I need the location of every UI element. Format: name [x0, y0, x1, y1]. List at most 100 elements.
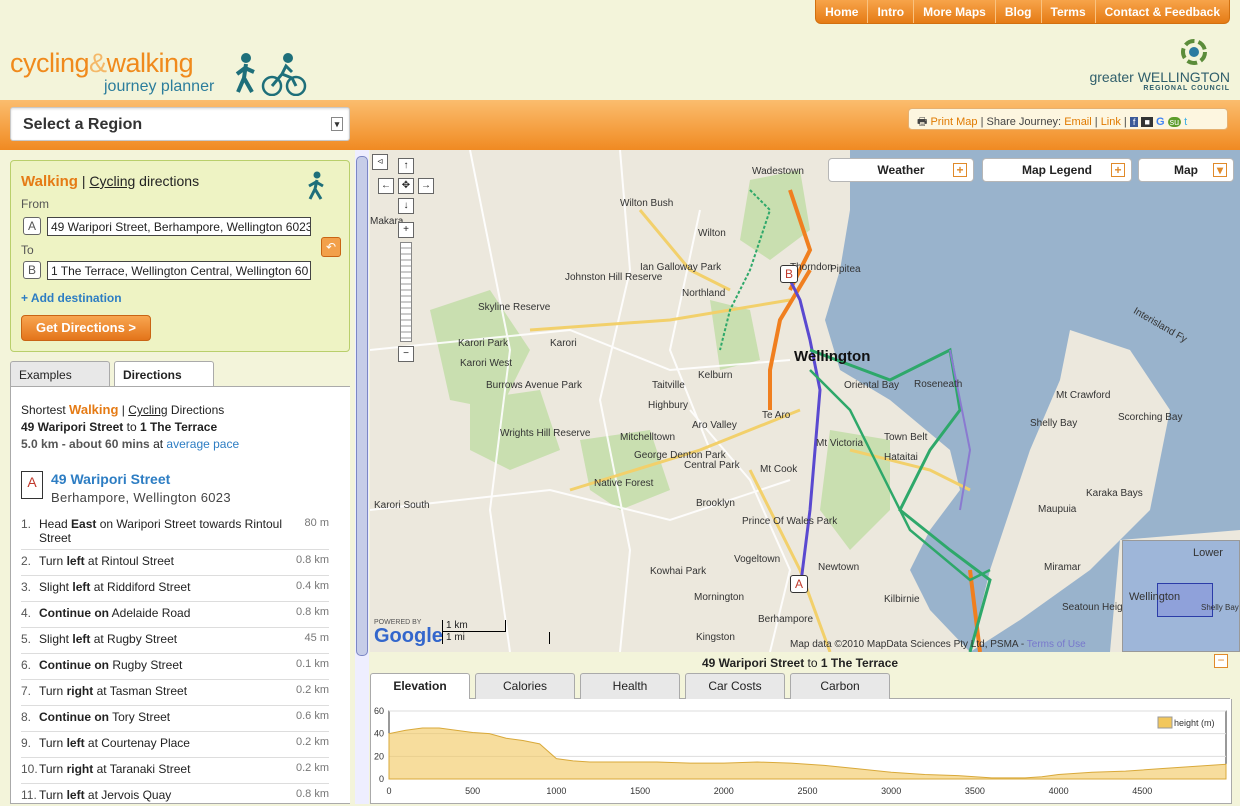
terms-of-use-link[interactable]: Terms of Use — [1027, 639, 1086, 650]
direction-step[interactable]: 7. Turn right at Tasman Street 0.2 km — [21, 680, 329, 706]
step-distance: 0.2 km — [295, 736, 329, 748]
direction-step[interactable]: 4. Continue on Adelaide Road 0.8 km — [21, 602, 329, 628]
y-tick-label: 0 — [379, 774, 384, 784]
map-place-label: Oriental Bay — [844, 380, 900, 391]
map-place-label: Karaka Bays — [1086, 488, 1143, 499]
nav-more-maps[interactable]: More Maps — [913, 0, 995, 23]
tab-directions[interactable]: Directions — [114, 361, 214, 388]
collapse-panel-icon[interactable]: ◃ — [372, 154, 388, 170]
council-logo[interactable]: greater WELLINGTON REGIONAL COUNCIL — [1089, 38, 1230, 92]
y-tick-label: 20 — [374, 751, 384, 761]
map-place-label: Mornington — [694, 592, 745, 603]
direction-step[interactable]: 9. Turn left at Courtenay Place 0.2 km — [21, 732, 329, 758]
zoom-in-icon[interactable]: + — [398, 222, 414, 238]
panel-scrollbar[interactable] — [355, 150, 369, 804]
step-number: 2. — [21, 554, 32, 568]
from-input[interactable]: 49 Waripori Street, Berhampore, Wellingt… — [47, 217, 311, 236]
add-destination-link[interactable]: + Add destination — [21, 291, 122, 305]
elevation-title: 49 Waripori Street to 1 The Terrace — [701, 656, 899, 670]
to-input[interactable]: 1 The Terrace, Wellington Central, Welli… — [47, 261, 311, 280]
nav-terms[interactable]: Terms — [1040, 0, 1095, 23]
chevron-down-icon[interactable]: ▾ — [331, 117, 343, 131]
start-marker-icon: A — [21, 471, 43, 499]
mode-walking[interactable]: Walking — [21, 173, 78, 190]
zoom-slider[interactable] — [400, 242, 412, 342]
tab-calories[interactable]: Calories — [475, 673, 575, 699]
step-number: 4. — [21, 606, 32, 620]
printer-icon[interactable]: 🖶 — [917, 116, 927, 128]
pan-up-icon[interactable]: ↑ — [398, 158, 414, 174]
tab-health[interactable]: Health — [580, 673, 680, 699]
swap-icon[interactable]: ↶ — [321, 237, 341, 257]
step-instruction: Turn left at Rintoul Street — [39, 554, 174, 568]
step-number: 11. — [21, 788, 37, 802]
tab-carbon[interactable]: Carbon — [790, 673, 890, 699]
collapse-icon[interactable]: − — [1214, 654, 1228, 668]
pan-right-icon[interactable]: → — [418, 178, 434, 194]
map-place-label: Karori Park — [458, 338, 509, 349]
direction-step[interactable]: 2. Turn left at Rintoul Street 0.8 km — [21, 550, 329, 576]
step-number: 10. — [21, 762, 38, 776]
expand-icon: + — [953, 163, 967, 177]
google-icon[interactable]: G — [1156, 116, 1165, 128]
pan-left-icon[interactable]: ← — [378, 178, 394, 194]
scrollbar-thumb[interactable] — [356, 156, 368, 656]
nav-home[interactable]: Home — [816, 0, 867, 23]
pan-center-icon[interactable]: ✥ — [398, 178, 414, 194]
map-place-label: Mt Crawford — [1056, 390, 1111, 401]
mode-cycling-link[interactable]: Cycling — [89, 173, 135, 189]
map-place-label: Prince Of Wales Park — [742, 516, 838, 527]
tab-car-costs[interactable]: Car Costs — [685, 673, 785, 699]
print-map-link[interactable]: Print Map — [930, 116, 977, 128]
tab-elevation[interactable]: Elevation — [370, 673, 470, 700]
direction-step[interactable]: 11. Turn left at Jervois Quay 0.8 km — [21, 784, 329, 803]
get-directions-button[interactable]: Get Directions > — [21, 315, 151, 341]
step-number: 7. — [21, 684, 32, 698]
to-marker: B — [23, 261, 41, 279]
map-type-button[interactable]: Map ▾ — [1138, 158, 1234, 182]
map-place-label: Pipitea — [830, 264, 861, 275]
direction-step[interactable]: 10. Turn right at Taranaki Street 0.2 km — [21, 758, 329, 784]
directions-cycling-link[interactable]: Cycling — [128, 403, 167, 417]
top-nav: Home Intro More Maps Blog Terms Contact … — [815, 0, 1230, 24]
direction-step[interactable]: 5. Slight left at Rugby Street 45 m — [21, 628, 329, 654]
start-location-link[interactable]: 49 Waripori Street — [51, 471, 170, 487]
share-link[interactable]: Link — [1101, 116, 1121, 128]
map-legend-button[interactable]: Map Legend + — [982, 158, 1132, 182]
weather-button[interactable]: Weather + — [828, 158, 974, 182]
share-email-link[interactable]: Email — [1064, 116, 1092, 128]
walker-cyclist-icon — [235, 53, 307, 96]
map-marker-b[interactable]: B — [780, 265, 798, 283]
overview-map[interactable]: Lower Wellington Shelly Bay — [1122, 540, 1240, 652]
pan-down-icon[interactable]: ↓ — [398, 198, 414, 214]
nav-blog[interactable]: Blog — [994, 0, 1041, 23]
map-place-label: Wadestown — [752, 166, 804, 177]
x-tick-label: 4000 — [1049, 786, 1069, 796]
step-number: 1. — [21, 517, 32, 531]
map-place-label: Newtown — [818, 562, 860, 573]
direction-step[interactable]: 6. Continue on Rugby Street 0.1 km — [21, 654, 329, 680]
region-select[interactable]: Select a Region ▾ — [10, 107, 350, 141]
step-instruction: Continue on Tory Street — [39, 710, 171, 724]
direction-step[interactable]: 1. Head East on Waripori Street towards R… — [21, 513, 329, 550]
direction-step[interactable]: 8. Continue on Tory Street 0.6 km — [21, 706, 329, 732]
map-place-label: Northland — [682, 288, 726, 299]
delicious-icon[interactable]: ■ — [1141, 117, 1153, 127]
map-view[interactable]: Wadestown Wilton Bush Wilton Thorndon Pipite… — [370, 150, 1240, 652]
zoom-out-icon[interactable]: − — [398, 346, 414, 362]
stumbleupon-icon[interactable]: su — [1167, 117, 1182, 127]
tab-examples[interactable]: Examples — [10, 361, 110, 387]
site-logo[interactable]: cycling&walking — [10, 48, 194, 79]
twitter-icon[interactable]: t — [1184, 116, 1187, 128]
direction-step[interactable]: 3. Slight left at Riddiford Street 0.4 km — [21, 576, 329, 602]
map-place-label: Miramar — [1044, 562, 1081, 573]
nav-contact[interactable]: Contact & Feedback — [1094, 0, 1229, 23]
expand-icon: + — [1111, 163, 1125, 177]
average-pace-link[interactable]: average pace — [166, 437, 239, 451]
map-copyright: Map data ©2010 MapData Sciences Pty Ltd,… — [790, 639, 1086, 650]
facebook-icon[interactable]: f — [1129, 117, 1139, 127]
x-tick-label: 500 — [465, 786, 480, 796]
legend-label: height (m) — [1174, 718, 1215, 728]
nav-intro[interactable]: Intro — [867, 0, 913, 23]
map-marker-a[interactable]: A — [790, 575, 808, 593]
